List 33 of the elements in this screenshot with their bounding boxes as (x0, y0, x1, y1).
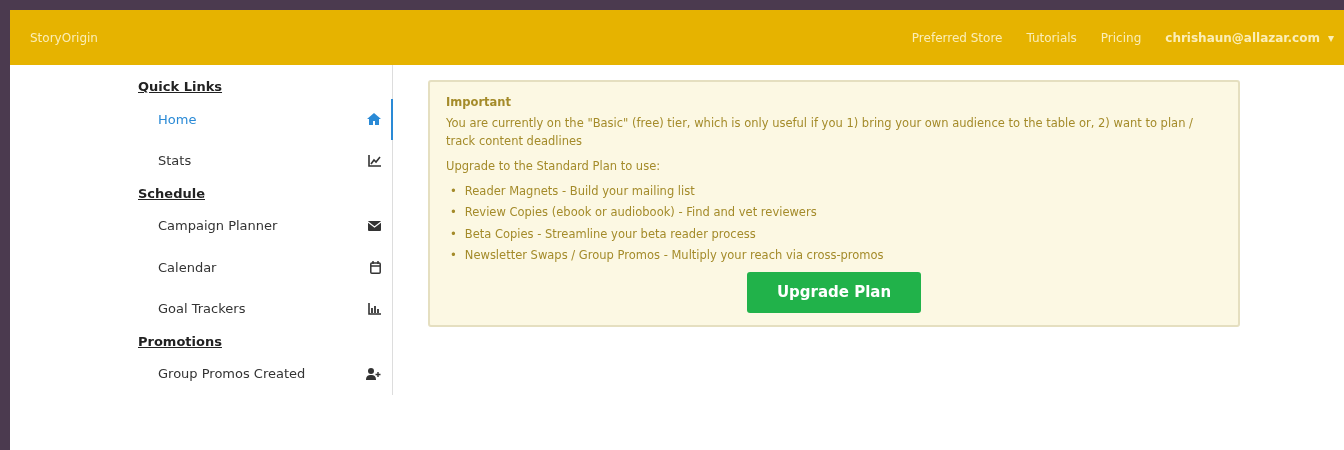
feature-item: Beta Copies - Streamline your beta reader process (464, 225, 756, 243)
nav-link[interactable]: Pricing (1100, 28, 1142, 47)
list-bullet: • (450, 246, 457, 264)
user-menu-link[interactable]: chrishaun@allazar.com (1165, 28, 1320, 47)
section-heading: Quick Links (138, 78, 224, 96)
sidebar-item[interactable]: Home (138, 98, 393, 140)
sidebar-item[interactable]: Goal Trackers (138, 288, 393, 330)
sidebar-item[interactable]: Calendar (138, 246, 393, 288)
bar-chart-icon (368, 302, 381, 315)
notice-heading: Important (446, 94, 512, 111)
list-bullet: • (450, 225, 457, 243)
feature-item: Review Copies (ebook or audiobook) - Find and vet reviewers (464, 204, 817, 222)
upgrade-button[interactable]: Upgrade Plan (746, 272, 922, 313)
sidebar-item[interactable]: Campaign Planner (138, 205, 393, 247)
feature-item: Reader Magnets - Build your mailing list (464, 183, 695, 200)
notice-intro: Upgrade to the Standard Plan to use: (446, 157, 662, 175)
section-heading: Promotions (138, 332, 223, 351)
notice-message: You are currently on the "Basic" (free) tier, which is only useful if you 1) bring your own audience to the table or, 2) want to plan / track content deadlines (446, 115, 1194, 150)
brand-link[interactable]: StoryOrigin (30, 28, 98, 47)
add-user-icon (366, 367, 381, 380)
line-chart-icon (368, 154, 381, 167)
calendar-icon (370, 260, 381, 274)
list-bullet: • (450, 183, 457, 200)
home-icon (367, 113, 381, 126)
list-bullet: • (450, 204, 457, 222)
section-heading: Schedule (138, 184, 206, 203)
sidebar-item[interactable]: Stats (138, 140, 393, 182)
nav-link[interactable]: Preferred Store (911, 28, 1003, 47)
envelope-icon (368, 220, 381, 231)
sidebar-item[interactable]: Group Promos Created (138, 353, 393, 395)
feature-item: Newsletter Swaps / Group Promos - Multiply your reach via cross-promos (464, 246, 884, 264)
caret-icon[interactable]: ▾ (1327, 28, 1334, 47)
nav-link[interactable]: Tutorials (1026, 28, 1077, 47)
